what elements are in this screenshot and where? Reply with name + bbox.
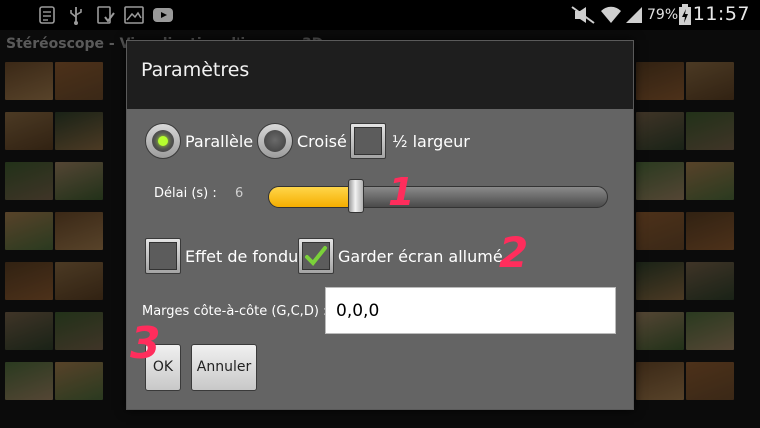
delay-value: 6: [235, 186, 244, 201]
download-done-icon: [97, 6, 115, 24]
cancel-button[interactable]: Annuler: [191, 344, 257, 391]
half-width-checkbox[interactable]: [350, 123, 386, 159]
keep-screen-on-label[interactable]: Garder écran allumé: [338, 247, 503, 266]
parallel-radio[interactable]: [145, 123, 181, 159]
annotation-3: 3: [130, 318, 161, 369]
battery-charging-icon: [679, 4, 691, 25]
settings-dialog: Paramètres Parallèle Croisé ½ largeur Dé…: [126, 40, 634, 410]
delay-slider-fill: [269, 187, 357, 207]
annotation-2: 2: [499, 228, 529, 277]
battery-percentage: 79%: [647, 7, 679, 23]
clock: 11:57: [692, 3, 750, 25]
crossed-label[interactable]: Croisé: [297, 132, 347, 151]
delay-label: Délai (s) :: [154, 186, 217, 201]
margins-label: Marges côte-à-côte (G,C,D) :: [142, 304, 328, 319]
youtube-icon: [153, 8, 173, 22]
half-width-label[interactable]: ½ largeur: [392, 132, 470, 151]
radio-selected-indicator: [158, 136, 168, 146]
fade-effect-checkbox[interactable]: [145, 238, 181, 274]
checkmark-icon: [305, 246, 327, 266]
signal-icon: [626, 7, 642, 23]
keep-screen-on-checkbox[interactable]: [298, 238, 334, 274]
gallery-icon: [124, 6, 144, 24]
delay-slider-track[interactable]: [268, 186, 608, 208]
usb-icon: [70, 7, 82, 25]
delay-slider-thumb[interactable]: [348, 179, 365, 213]
annotation-1: 1: [388, 170, 415, 214]
margins-input[interactable]: [325, 287, 616, 334]
parallel-label[interactable]: Parallèle: [185, 132, 253, 151]
dialog-title: Paramètres: [141, 59, 250, 81]
status-bar: 79% 11:57: [0, 0, 760, 30]
wifi-icon: [601, 6, 621, 24]
dialog-header: Paramètres: [127, 41, 633, 109]
fade-effect-label[interactable]: Effet de fondu: [185, 247, 298, 266]
mute-icon: [571, 6, 595, 24]
notes-icon: [39, 6, 55, 24]
crossed-radio[interactable]: [257, 123, 293, 159]
